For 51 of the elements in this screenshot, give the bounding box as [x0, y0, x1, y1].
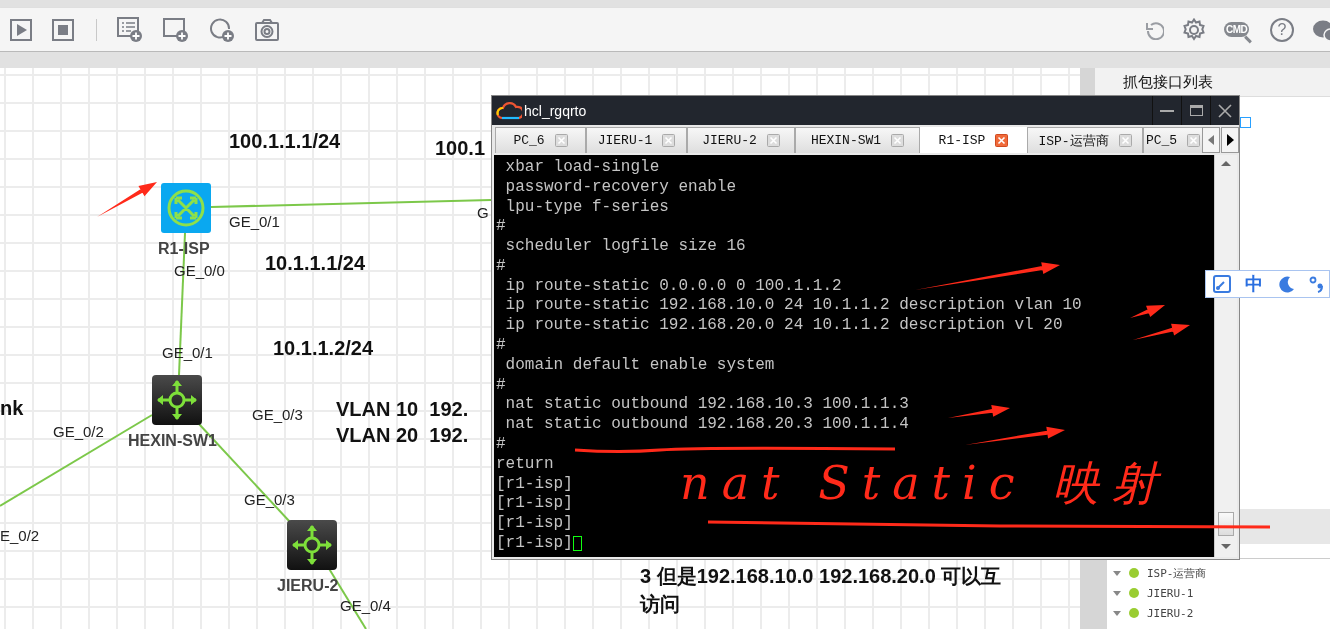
panel-title: 抓包接口列表 [1123, 72, 1213, 92]
address-label: nk [0, 397, 24, 420]
terminal-line: [r1-isp] [496, 473, 573, 494]
port-label: E_0/2 [0, 527, 40, 544]
address-label: 100.1.1.1/24 [229, 130, 341, 153]
input-mode-toggle[interactable]: 中 [1245, 272, 1263, 296]
address-label: VLAN 10 192. [336, 398, 469, 421]
tab[interactable]: HEXIN-SW1 [795, 127, 920, 153]
tab[interactable]: PC_6 [495, 127, 586, 153]
terminal-line: password-recovery enable [504, 176, 737, 197]
device-label: HEXIN-SW1 [128, 432, 217, 450]
terminal-line: [r1-isp] [496, 533, 573, 554]
tab[interactable]: JIERU-1 [586, 127, 687, 153]
tab[interactable]: JIERU-2 [687, 127, 795, 153]
address-label: 10.1.1.1/24 [265, 252, 366, 275]
address-label: 10.1.1.2/24 [273, 337, 374, 360]
terminal-line: # [496, 374, 506, 395]
terminal-line: ip route-static 0.0.0.0 0 100.1.1.2 [504, 275, 842, 296]
tab[interactable]: ISP-运营商 [1027, 127, 1143, 153]
terminal-line: return [496, 453, 554, 474]
address-label: VLAN 20 192. [336, 424, 469, 447]
address-label: 100.1 [435, 137, 486, 160]
tab[interactable]: PC_5 [1143, 127, 1202, 153]
terminal-line: [r1-isp] [496, 493, 573, 514]
port-label: GE_0/3 [252, 406, 303, 423]
terminal-line: nat static outbound 192.168.10.3 100.1.1.3 [504, 394, 909, 415]
device-item[interactable]: ISP-运营商 [1147, 565, 1207, 581]
note-text: 3 但是192.168.10.0 192.168.20.0 可以互 [640, 564, 1002, 589]
window-title: hcl_rgqrto [524, 102, 587, 119]
tab[interactable]: R1-ISP [920, 127, 1027, 153]
terminal-line: # [496, 255, 506, 276]
terminal-line: domain default enable system [504, 354, 775, 375]
terminal-line: lpu-type f-series [504, 196, 669, 217]
port-label: GE_0/2 [53, 423, 104, 440]
device-label: JIERU-2 [277, 577, 339, 595]
terminal-line: nat static outbound 192.168.20.3 100.1.1.4 [504, 414, 909, 435]
terminal-line: [r1-isp] [496, 513, 573, 534]
terminal-line: ip route-static 192.168.10.0 24 10.1.1.2 description vlan 10 [504, 295, 1082, 316]
device-item[interactable]: JIERU-1 [1147, 586, 1194, 600]
terminal-line: # [496, 216, 506, 237]
note-text: 访问 [640, 592, 680, 617]
terminal-line: ip route-static 192.168.20.0 24 10.1.1.2 description vl 20 [504, 315, 1063, 336]
help-button[interactable]: ? [1270, 17, 1294, 42]
port-label: G [477, 204, 489, 221]
terminal-line: # [496, 335, 506, 356]
terminal-line: scheduler logfile size 16 [504, 236, 746, 257]
handwritten-note: nat Static 映射 [680, 460, 1170, 506]
port-label: GE_0/1 [229, 213, 280, 230]
terminal-line: # [496, 434, 506, 455]
terminal-line: xbar load-single [504, 156, 660, 177]
device-item[interactable]: JIERU-2 [1147, 606, 1194, 620]
